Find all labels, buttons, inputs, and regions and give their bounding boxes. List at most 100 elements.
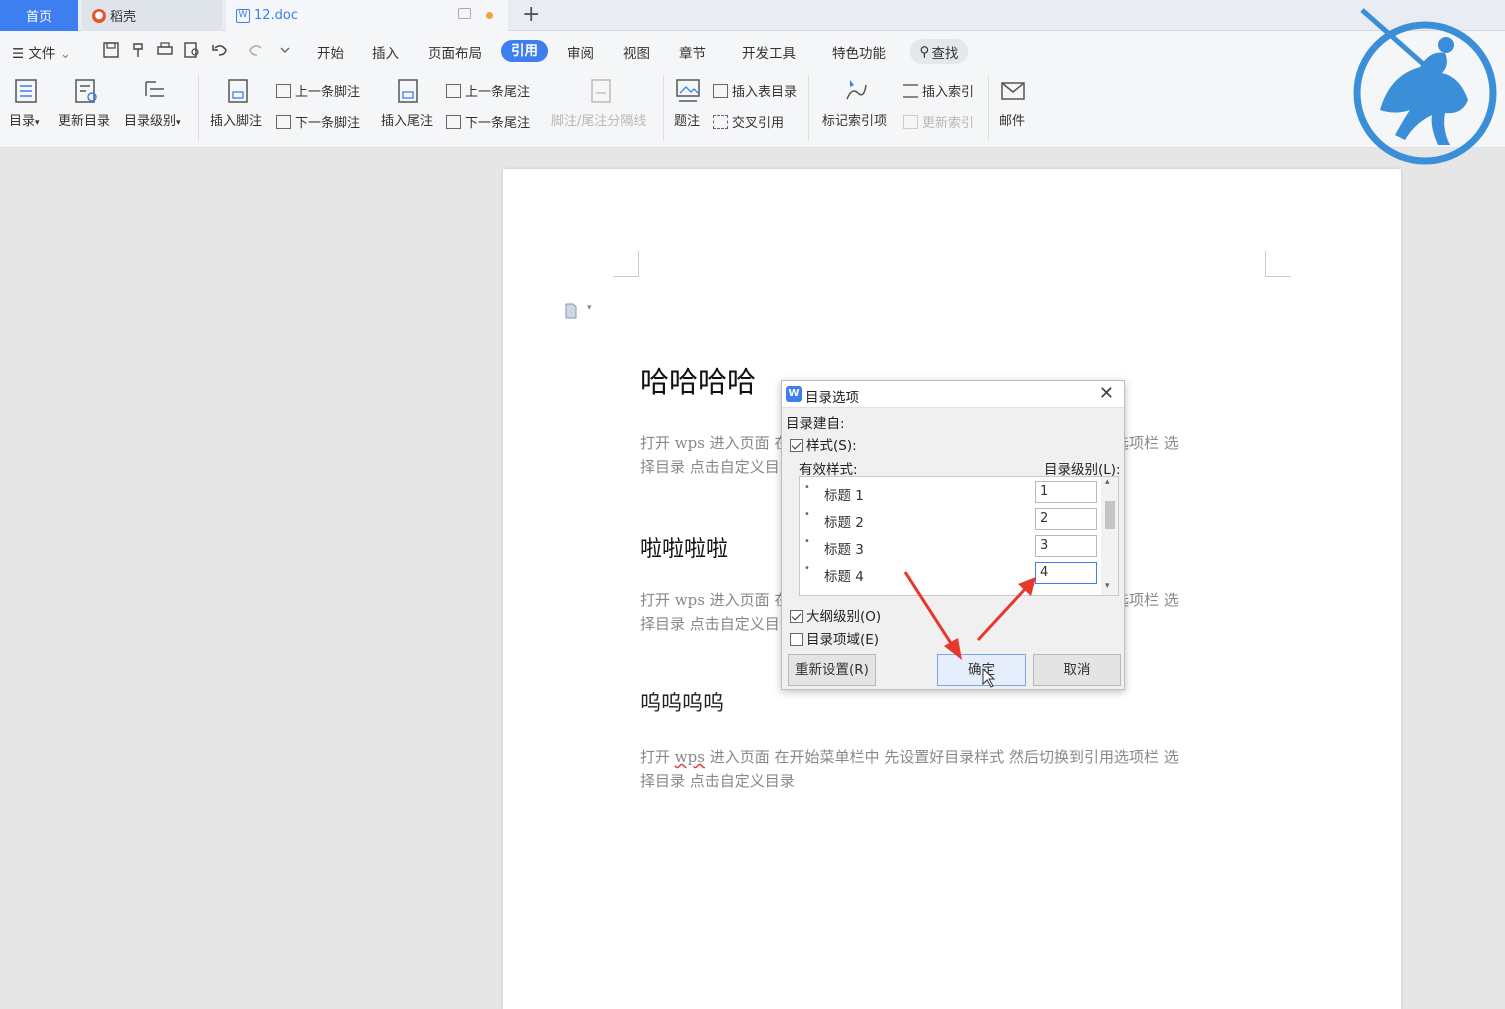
cancel-button[interactable]: 取消 [1033,654,1121,686]
toc-icon[interactable] [12,77,40,105]
word-doc-icon: W [236,8,250,23]
redo-icon[interactable] [247,41,265,59]
tab-document-label: 12.doc [254,8,299,23]
heading-3: 呜呜呜呜 [640,691,724,715]
find-label: 查找 [931,45,959,62]
scroll-down-icon[interactable]: ▾ [1105,581,1110,591]
prev-endnote-icon [446,84,461,98]
insert-endnote-icon[interactable] [394,77,422,105]
tab-home[interactable]: 首页 [0,0,78,31]
dialog-title-bar[interactable]: W 目录选项 ✕ [782,381,1124,408]
file-menu[interactable]: ☰ 文件 ⌄ [12,42,71,62]
print-icon[interactable] [156,41,174,59]
tab-home-label: 首页 [25,10,52,25]
close-icon[interactable]: ✕ [1099,383,1114,404]
cross-reference-button[interactable]: 交叉引用 [713,112,784,131]
insert-endnote-button[interactable]: 插入尾注 [381,110,433,129]
scrollbar-thumb[interactable] [1105,501,1115,529]
menu-review[interactable]: 审阅 [567,42,594,62]
insert-footnote-button[interactable]: 插入脚注 [210,110,262,129]
save-icon[interactable] [102,41,120,59]
menu-start[interactable]: 开始 [317,42,344,62]
reset-button[interactable]: 重新设置(R) [788,654,876,686]
new-tab-button[interactable]: + [522,2,540,27]
mail-icon[interactable] [999,77,1027,105]
find-button[interactable]: ⚲ 查找 [910,39,968,64]
mark-index-icon[interactable] [842,77,870,105]
prev-footnote-icon [276,84,291,98]
toc-level-input[interactable]: 3 [1035,535,1097,557]
insert-table-of-figures-button[interactable]: 插入表目录 [713,81,797,100]
menu-developer[interactable]: 开发工具 [742,42,796,62]
menu-page-layout[interactable]: 页面布局 [428,42,482,62]
bullet-icon: • [804,536,810,547]
tab-daoke[interactable]: ● 稻壳 [82,0,222,31]
style-list[interactable]: • 标题 1 1 • 标题 2 2 • 标题 3 3 • 标题 4 4 ▴ ▾ [799,476,1119,596]
toc-button[interactable]: 目录▾ [9,110,40,129]
separator-line-icon [591,79,611,103]
chevron-down-icon: ⌄ [59,46,72,62]
document-options-icon[interactable] [564,303,578,319]
ribbon-separator [198,75,199,141]
style-row[interactable]: • 标题 4 4 [800,561,1100,585]
footnote-separator-button: 脚注/尾注分隔线 [551,114,647,129]
document-options-chevron-icon[interactable]: ▾ [587,303,592,313]
ok-button[interactable]: 确定 [937,654,1026,686]
menu-insert[interactable]: 插入 [372,42,399,62]
build-from-label: 目录建自: [786,416,845,432]
hamburger-icon: ☰ [12,46,25,62]
tab-bar: 首页 ● 稻壳 W 12.doc + [0,0,1505,31]
style-row[interactable]: • 标题 3 3 [800,534,1100,558]
styles-checkbox[interactable]: 样式(S): [790,434,857,454]
tab-document[interactable]: W 12.doc [226,0,508,31]
menu-features[interactable]: 特色功能 [832,42,886,62]
style-row[interactable]: • 标题 2 2 [800,507,1100,531]
next-footnote-button[interactable]: 下一条脚注 [276,112,360,131]
mark-index-button[interactable]: 标记索引项 [822,110,887,129]
insert-index-button[interactable]: 插入索引 [903,81,974,100]
menu-chapter[interactable]: 章节 [679,42,706,62]
page-corner-mark [613,251,639,277]
scroll-up-icon[interactable]: ▴ [1105,477,1110,487]
toc-level-input[interactable]: 2 [1035,508,1097,530]
caption-icon[interactable] [674,77,702,105]
prev-endnote-button[interactable]: 上一条尾注 [446,81,530,100]
customize-toolbar-icon[interactable] [276,41,294,59]
cross-reference-icon [713,115,728,129]
next-footnote-icon [276,115,291,129]
available-styles-label: 有效样式: [799,462,858,478]
tab-daoke-label: 稻壳 [110,10,137,25]
update-toc-icon[interactable] [72,77,100,105]
toc-level-input[interactable]: 1 [1035,481,1097,503]
ribbon-separator [808,75,809,141]
checkbox-checked-icon [790,610,803,623]
search-icon: ⚲ [919,43,930,60]
checkbox-checked-icon [790,439,803,452]
undo-icon[interactable] [211,41,229,59]
mail-button[interactable]: 邮件 [999,110,1025,129]
ribbon-separator [988,75,989,141]
checkbox-unchecked-icon [790,633,803,646]
bullet-icon: • [804,509,810,520]
toc-level-icon[interactable] [142,77,170,105]
menu-references[interactable]: 引用 [501,40,548,62]
insert-footnote-icon[interactable] [224,77,252,105]
toc-fields-checkbox[interactable]: 目录项域(E) [790,628,879,648]
prev-footnote-button[interactable]: 上一条脚注 [276,81,360,100]
toc-level-input[interactable]: 4 [1035,562,1097,584]
monitor-icon[interactable] [458,8,471,19]
update-toc-button[interactable]: 更新目录 [58,110,110,129]
format-painter-icon[interactable] [130,41,148,59]
ribbon: 目录▾ 更新目录 目录级别▾ 插入脚注 上一条脚注 下一条脚注 插入尾注 上一条… [0,69,1505,148]
update-index-icon [903,115,918,129]
insert-index-icon [903,84,918,98]
style-list-scrollbar[interactable]: ▴ ▾ [1101,477,1118,595]
next-endnote-button[interactable]: 下一条尾注 [446,112,530,131]
print-preview-icon[interactable] [183,41,201,59]
toc-level-button[interactable]: 目录级别▾ [124,110,181,129]
style-row[interactable]: • 标题 1 1 [800,480,1100,504]
outline-level-checkbox[interactable]: 大纲级别(O) [790,605,881,625]
menu-view[interactable]: 视图 [623,42,650,62]
toc-level-header: 目录级别(L): [1044,462,1121,478]
caption-button[interactable]: 题注 [674,110,700,129]
